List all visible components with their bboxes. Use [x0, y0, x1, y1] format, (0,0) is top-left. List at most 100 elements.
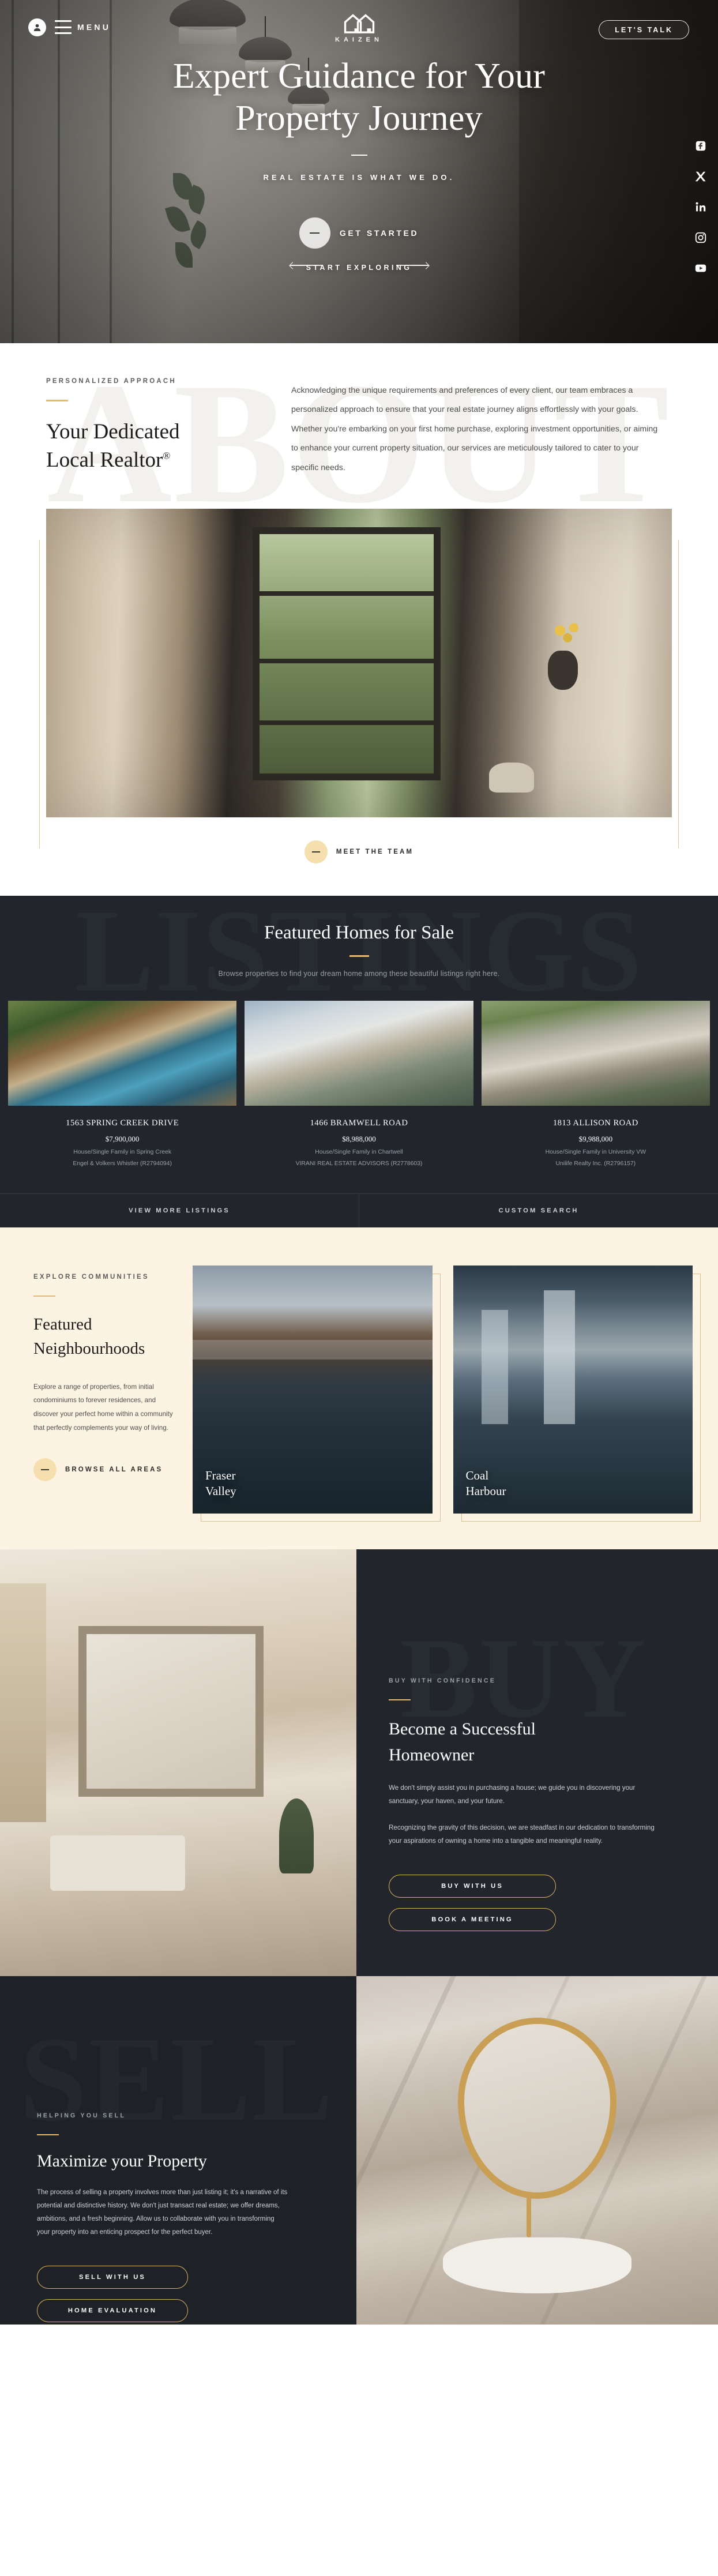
- neighbourhoods-heading-line-2: Neighbourhoods: [33, 1339, 145, 1358]
- buy-interior-photo: [0, 1549, 356, 1976]
- social-links-rail: [693, 138, 708, 276]
- book-a-meeting-button[interactable]: BOOK A MEETING: [389, 1907, 556, 1931]
- neighbourhoods-gold-rule: [33, 1295, 55, 1297]
- linkedin-icon[interactable]: [693, 200, 708, 215]
- dash-circle-icon: [299, 217, 330, 249]
- sell-with-us-button[interactable]: SELL WITH US: [37, 2266, 188, 2289]
- listing-address: 1813 ALLISON ROAD: [552, 1118, 638, 1128]
- view-more-listings-button[interactable]: VIEW MORE LISTINGS: [0, 1193, 359, 1227]
- basin-decor: [443, 2237, 631, 2293]
- neighbourhood-name-line-2: Harbour: [465, 1484, 506, 1498]
- listing-address: 1466 BRAMWELL ROAD: [310, 1118, 408, 1128]
- listing-thumbnail: [481, 1000, 710, 1106]
- hero-title: Expert Guidance for Your Property Journe…: [173, 55, 545, 140]
- listing-thumbnail: [245, 1000, 473, 1106]
- meet-the-team-label: MEET THE TEAM: [336, 848, 414, 855]
- buy-gold-rule: [389, 1699, 411, 1701]
- about-heading-line-2: Local Realtor: [46, 448, 163, 472]
- sell-heading: Maximize your Property: [37, 2151, 207, 2171]
- home-evaluation-button[interactable]: HOME EVALUATION: [37, 2299, 188, 2323]
- neighbourhood-card[interactable]: Coal Harbour: [453, 1265, 701, 1522]
- listings-subheading: Browse properties to find your dream hom…: [218, 969, 500, 978]
- buy-paragraph-2: Recognizing the gravity of this decision…: [389, 1824, 655, 1845]
- listing-action-bar: VIEW MORE LISTINGS CUSTOM SEARCH: [0, 1193, 718, 1227]
- listings-gold-rule: [349, 955, 369, 957]
- listing-price: $7,900,000: [105, 1134, 140, 1143]
- hero-divider: [351, 155, 367, 156]
- neighbourhood-name-line-1: Fraser: [205, 1469, 236, 1483]
- flowers-decor: [550, 619, 585, 648]
- buy-heading-line-1: Become a Successful: [389, 1719, 536, 1739]
- neighbourhood-card[interactable]: Fraser Valley: [193, 1265, 441, 1522]
- about-heading-block: PERSONALIZED APPROACH Your Dedicated Loc…: [46, 378, 291, 478]
- sell-body-text: The process of selling a property involv…: [37, 2189, 288, 2236]
- about-body-text: Acknowledging the unique requirements an…: [291, 386, 658, 472]
- neighbourhoods-section: EXPLORE COMMUNITIES Featured Neighbourho…: [0, 1227, 718, 1549]
- buy-heading-line-2: Homeowner: [389, 1745, 475, 1764]
- listing-card[interactable]: 1563 SPRING CREEK DRIVE $7,900,000 House…: [8, 1000, 237, 1167]
- top-navigation-bar: MENU KAIZEN LET'S TALK: [0, 0, 718, 53]
- featured-listings-section: LISTINGS Featured Homes for Sale Browse …: [0, 895, 718, 1227]
- listing-type: House/Single Family in Chartwell: [315, 1148, 403, 1155]
- registered-mark: ®: [163, 450, 171, 462]
- get-started-button[interactable]: GET STARTED: [290, 217, 428, 266]
- doorway-decor: [253, 527, 441, 780]
- window-decor: [0, 1583, 47, 1823]
- about-gold-rule: [46, 400, 68, 401]
- neighbourhood-name-line-2: Valley: [205, 1484, 236, 1498]
- listing-price: $9,988,000: [578, 1134, 613, 1143]
- meet-the-team-button[interactable]: MEET THE TEAM: [304, 840, 414, 863]
- sell-eyebrow: HELPING YOU SELL: [37, 2112, 126, 2119]
- buy-paragraph-1: We don't simply assist you in purchasing…: [389, 1784, 636, 1805]
- neighbourhood-name: Fraser Valley: [205, 1468, 236, 1499]
- listing-card[interactable]: 1466 BRAMWELL ROAD $8,988,000 House/Sing…: [245, 1000, 473, 1167]
- listing-broker: Unilife Realty Inc. (R2796157): [555, 1160, 636, 1167]
- about-hero-photo: [46, 508, 672, 817]
- listing-type: House/Single Family in Spring Creek: [73, 1148, 172, 1155]
- youtube-icon[interactable]: [693, 261, 708, 276]
- listing-type: House/Single Family in University VW: [545, 1148, 646, 1155]
- browse-all-areas-button[interactable]: BROWSE ALL AREAS: [33, 1458, 173, 1481]
- listing-broker: Engel & Volkers Whistler (R2794094): [73, 1160, 172, 1167]
- neighbourhood-name: Coal Harbour: [466, 1468, 506, 1499]
- about-left-accent-line: [39, 539, 40, 848]
- facebook-icon[interactable]: [693, 138, 708, 153]
- listing-thumbnail: [8, 1000, 237, 1106]
- sofa-decor: [50, 1835, 186, 1891]
- buy-with-us-button[interactable]: BUY WITH US: [389, 1874, 556, 1898]
- sell-section: SELL HELPING YOU SELL Maximize your Prop…: [0, 1976, 718, 2325]
- neighbourhoods-heading: Featured Neighbourhoods: [33, 1313, 173, 1360]
- listing-card[interactable]: 1813 ALLISON ROAD $9,988,000 House/Singl…: [481, 1000, 710, 1167]
- faucet-decor: [526, 2192, 531, 2237]
- buy-heading: Become a Successful Homeowner: [389, 1717, 686, 1768]
- custom-search-button[interactable]: CUSTOM SEARCH: [359, 1194, 718, 1227]
- browse-all-areas-label: BROWSE ALL AREAS: [65, 1466, 163, 1473]
- about-heading-line-1: Your Dedicated: [46, 419, 180, 444]
- listing-price: $8,988,000: [342, 1134, 376, 1143]
- instagram-icon[interactable]: [693, 230, 708, 245]
- logo-wordmark: KAIZEN: [335, 36, 383, 43]
- dash-circle-icon: [33, 1458, 57, 1481]
- listing-address: 1563 SPRING CREEK DRIVE: [66, 1118, 179, 1128]
- lets-talk-button[interactable]: LET'S TALK: [599, 20, 689, 39]
- double-house-icon: [344, 14, 374, 33]
- vase-decor: [548, 650, 578, 690]
- x-twitter-icon[interactable]: [693, 169, 708, 184]
- hero-subtitle: REAL ESTATE IS WHAT WE DO.: [263, 173, 455, 182]
- neighbourhood-card-grid: Fraser Valley Coal Harbour: [173, 1261, 718, 1522]
- sell-gold-rule: [37, 2134, 59, 2136]
- about-right-accent-line: [678, 539, 679, 848]
- stool-decor: [489, 763, 535, 793]
- about-section: ABOUT PERSONALIZED APPROACH Your Dedicat…: [0, 343, 718, 896]
- start-exploring-label[interactable]: START EXPLORING: [0, 264, 718, 272]
- plant-decor: [279, 1798, 314, 1874]
- neighbourhoods-body-text: Explore a range of properties, from init…: [33, 1383, 173, 1432]
- hero-section: MENU KAIZEN LET'S TALK Expert Guidance f…: [0, 0, 718, 343]
- listing-card-grid: 1563 SPRING CREEK DRIVE $7,900,000 House…: [0, 978, 718, 1167]
- sell-bathroom-photo: [356, 1976, 718, 2325]
- neighbourhoods-heading-line-1: Featured: [33, 1315, 92, 1334]
- listing-broker: VIRANI REAL ESTATE ADVISORS (R2778603): [295, 1160, 423, 1167]
- get-started-label: GET STARTED: [339, 228, 419, 238]
- neighbourhood-name-line-1: Coal: [465, 1469, 489, 1483]
- art-wall-decor: [78, 1626, 264, 1797]
